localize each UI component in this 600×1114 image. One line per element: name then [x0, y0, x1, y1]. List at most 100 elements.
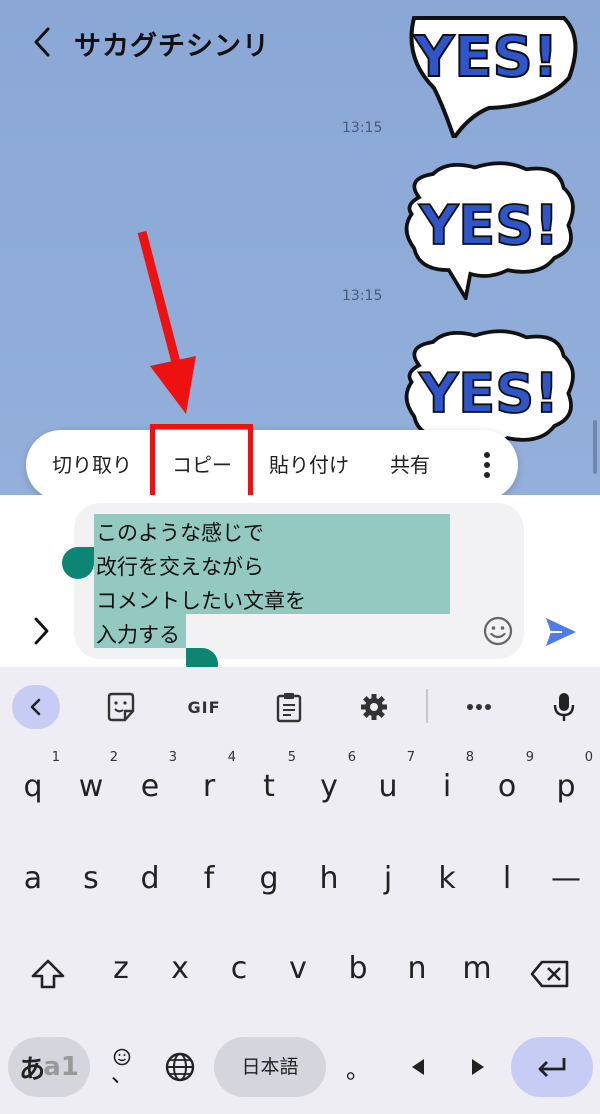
key-number-hint: 3 [168, 750, 177, 765]
chevron-right-icon [34, 617, 49, 645]
key-number-hint: 4 [227, 750, 236, 765]
back-button[interactable] [24, 22, 60, 62]
lang-label-kana: あ [19, 1054, 46, 1085]
key-number-hint: 8 [465, 750, 474, 765]
emoji-icon[interactable] [482, 615, 514, 647]
key-d[interactable]: d [121, 849, 179, 909]
triangle-left-icon [412, 1059, 424, 1075]
globe-icon [165, 1052, 195, 1082]
key-z[interactable]: z [92, 939, 150, 999]
key-label: o [497, 769, 517, 804]
message-time: 13:15 [342, 120, 383, 136]
language-switch-key[interactable]: あ a1 [8, 1037, 90, 1097]
key-k[interactable]: k [418, 849, 476, 909]
key-o[interactable]: o9 [478, 751, 536, 817]
chat-scrollbar[interactable] [593, 420, 597, 474]
selection-handle-start[interactable] [62, 547, 94, 579]
backspace-icon [530, 960, 569, 988]
key-label: e [140, 769, 160, 804]
keyboard-collapse-button[interactable] [12, 685, 60, 729]
sticker-button[interactable] [97, 687, 145, 727]
microphone-icon [553, 693, 575, 721]
key-q[interactable]: q1 [4, 751, 62, 817]
gear-icon [361, 694, 387, 720]
emoji-comma-key[interactable]: 、 [100, 1037, 144, 1097]
key-j[interactable]: j [359, 849, 417, 909]
sticker-message[interactable]: YES! [394, 0, 584, 138]
key-number-hint: 0 [584, 750, 593, 765]
more-options-icon[interactable] [472, 445, 502, 485]
key-u[interactable]: u7 [359, 751, 417, 817]
input-line: このような感じで [96, 521, 264, 545]
key-label: w [78, 769, 104, 804]
key-number-hint: 6 [347, 750, 356, 765]
key-label: y [320, 769, 338, 804]
key-f[interactable]: f [180, 849, 238, 909]
key-t[interactable]: t5 [240, 751, 298, 817]
period-key[interactable]: 。 [336, 1037, 380, 1097]
input-line: コメントしたい文章を [96, 589, 306, 613]
cursor-right-key[interactable] [456, 1037, 500, 1097]
input-line: 改行を交えながら [96, 555, 264, 579]
triangle-right-icon [472, 1059, 484, 1075]
svg-text:YES!: YES! [413, 25, 559, 90]
key-b[interactable]: b [329, 939, 387, 999]
key-label: q [23, 769, 43, 804]
key-m[interactable]: m [448, 939, 506, 999]
key-e[interactable]: e3 [121, 751, 179, 817]
cursor-left-key[interactable] [396, 1037, 440, 1097]
key-label: t [263, 769, 275, 804]
key-g[interactable]: g [240, 849, 298, 909]
chat-area: サカグチシンリ YES! 13:15 YES! 13:15 YES! [0, 0, 600, 495]
enter-key[interactable] [511, 1037, 593, 1097]
key-i[interactable]: i8 [418, 751, 476, 817]
input-text[interactable]: このような感じで 改行を交えながら コメントしたい文章を 入力する [96, 516, 306, 652]
svg-text:YES!: YES! [418, 194, 559, 257]
key-x[interactable]: x [151, 939, 209, 999]
key-label: u [378, 769, 398, 804]
keyboard: GIF q1w2e3r4t5y6u7i8o9p0 a s d f g h j k l — zxcv… [0, 667, 600, 1114]
send-icon[interactable] [542, 613, 580, 651]
settings-button[interactable] [350, 687, 398, 727]
key-s[interactable]: s [62, 849, 120, 909]
globe-key[interactable] [158, 1037, 202, 1097]
menu-cut[interactable]: 切り取り [52, 430, 132, 500]
key-l[interactable]: l [478, 849, 536, 909]
key-p[interactable]: p0 [537, 751, 595, 817]
key-number-hint: 7 [406, 750, 415, 765]
key-v[interactable]: v [269, 939, 327, 999]
backspace-key[interactable] [520, 944, 580, 1004]
text-selection-menu: 切り取り コピー 貼り付け 共有 [26, 430, 518, 500]
gif-button[interactable]: GIF [180, 687, 228, 727]
chat-title: サカグチシンリ [74, 31, 270, 62]
more-tools-button[interactable] [455, 687, 503, 727]
key-n[interactable]: n [388, 939, 446, 999]
expand-button[interactable] [26, 613, 56, 649]
lang-label-alnum: a1 [43, 1052, 79, 1082]
message-time: 13:15 [342, 288, 383, 304]
key-w[interactable]: w2 [62, 751, 120, 817]
key-label: i [442, 769, 452, 804]
key-label: p [556, 769, 576, 804]
key-number-hint: 9 [525, 750, 534, 765]
key-h[interactable]: h [300, 849, 358, 909]
key-c[interactable]: c [210, 939, 268, 999]
key-number-hint: 5 [287, 750, 296, 765]
sticker-message[interactable]: YES! [394, 160, 584, 300]
space-key[interactable]: 日本語 [214, 1037, 326, 1097]
svg-text:YES!: YES! [418, 362, 559, 425]
toolbar-divider [426, 689, 428, 723]
key-dash[interactable]: — [537, 849, 595, 909]
chevron-left-icon [34, 27, 50, 57]
key-y[interactable]: y6 [300, 751, 358, 817]
clipboard-button[interactable] [265, 687, 313, 727]
key-r[interactable]: r4 [180, 751, 238, 817]
voice-input-button[interactable] [540, 687, 588, 727]
shift-key[interactable] [18, 944, 78, 1004]
sticker-icon [107, 692, 135, 722]
comma-label: 、 [110, 1063, 133, 1088]
menu-paste[interactable]: 貼り付け [269, 430, 349, 500]
menu-share[interactable]: 共有 [390, 430, 430, 500]
annotation-highlight-box [150, 424, 253, 506]
key-a[interactable]: a [4, 849, 62, 909]
